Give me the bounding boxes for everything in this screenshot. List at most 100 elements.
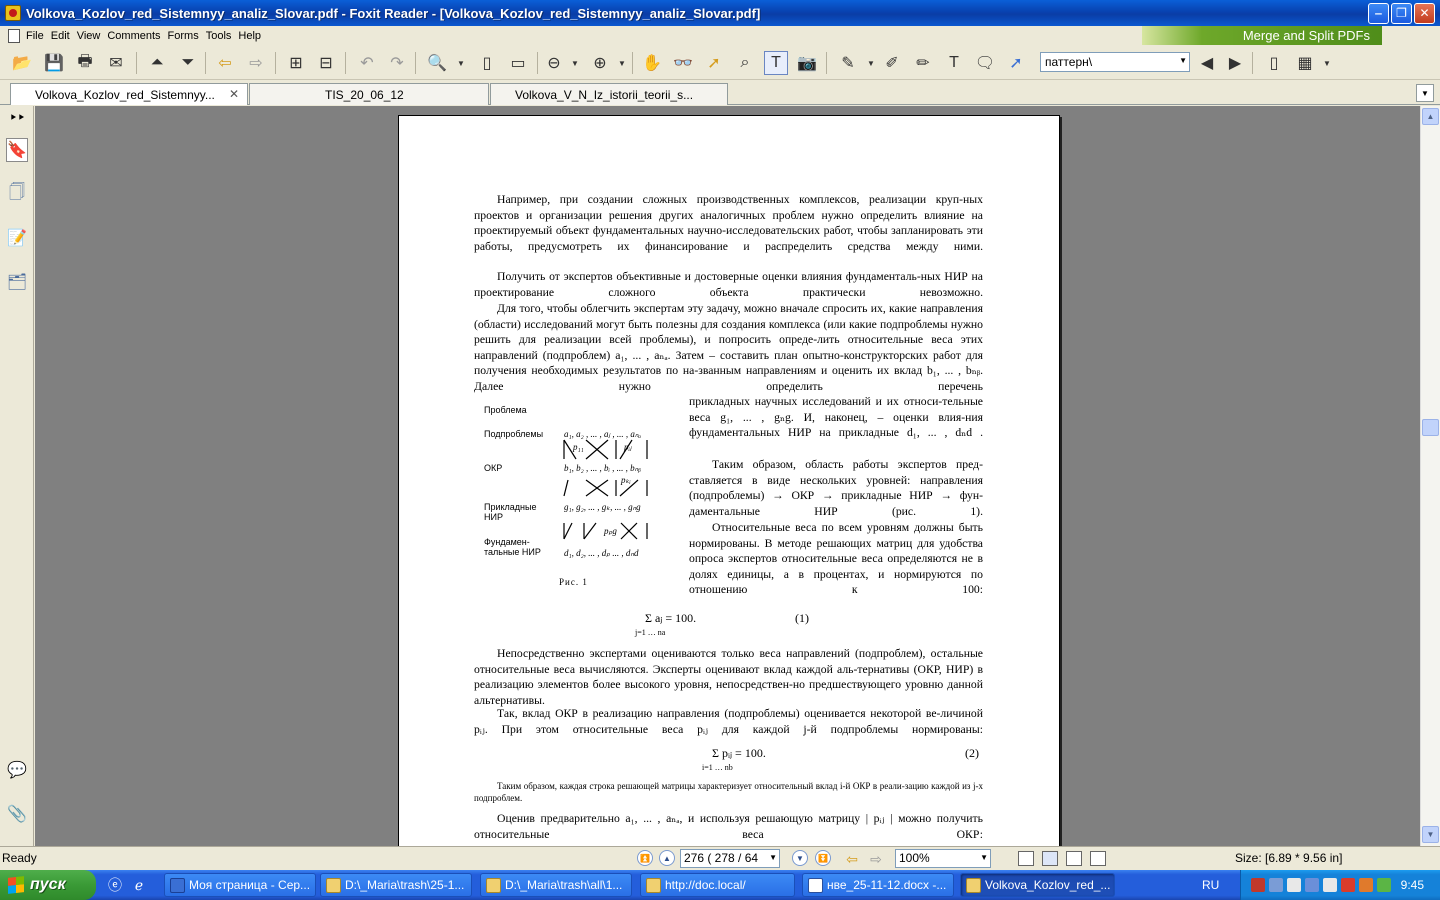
previous-page-icon[interactable]: ⏶ (145, 51, 169, 75)
task-doc-local[interactable]: http://doc.local/ (640, 873, 795, 897)
transparency-dropdown-icon[interactable]: ▼ (1322, 51, 1332, 75)
tray-antivirus-icon[interactable] (1341, 878, 1355, 892)
task-folder-all[interactable]: D:\_Maria\trash\all\1... (480, 873, 632, 897)
task-my-page[interactable]: Моя страница - Сер... (164, 873, 316, 897)
menu-help[interactable]: Help (238, 30, 268, 42)
page-setup-icon[interactable]: ▯ (1262, 51, 1286, 75)
first-page-icon[interactable]: ⏫ (637, 850, 653, 866)
document-menu-icon[interactable] (8, 28, 20, 43)
extract-page-icon[interactable]: ⊟ (314, 51, 338, 75)
tray-shield-icon[interactable] (1287, 878, 1301, 892)
text-select-icon[interactable]: T (764, 51, 788, 75)
tab-volkova-istorii[interactable]: Volkova_V_N_Iz_istorii_teorii_s... (490, 83, 728, 105)
hand-tool-icon[interactable]: ✋ (640, 51, 664, 75)
facing-view-icon[interactable] (1066, 851, 1082, 866)
tray-volume-icon[interactable] (1323, 878, 1337, 892)
insert-page-icon[interactable]: ⊞ (284, 51, 308, 75)
tray-app-icon[interactable] (1251, 878, 1265, 892)
tab-volkova-kozlov[interactable]: Volkova_Kozlov_red_Sistemnyy... ✕ (10, 83, 248, 105)
find-previous-icon[interactable]: ◀ (1195, 51, 1219, 75)
arrow-tool-icon[interactable]: ➚ (1004, 51, 1028, 75)
forward-arrow-icon[interactable]: ⇨ (244, 51, 268, 75)
tab-tis[interactable]: TIS_20_06_12 (249, 83, 489, 105)
menu-view[interactable]: View (77, 30, 108, 42)
quicklaunch-ie-icon[interactable]: ⓔ (106, 876, 124, 894)
menu-tools[interactable]: Tools (206, 30, 239, 42)
scroll-thumb[interactable] (1422, 419, 1439, 436)
note-icon[interactable]: 🗨 (973, 51, 997, 75)
layers-icon[interactable]: 🗂 (6, 270, 28, 294)
comments-icon[interactable]: 💬 (6, 758, 28, 782)
highlight-icon[interactable]: ✐ (880, 51, 904, 75)
restore-button[interactable]: ❐ (1391, 2, 1412, 24)
redo-icon[interactable]: ↷ (385, 51, 409, 75)
select-arrow-icon[interactable]: ➚ (702, 51, 726, 75)
tray-update-icon[interactable] (1359, 878, 1373, 892)
pages-icon[interactable]: 🗍 (6, 182, 28, 206)
typewriter-icon[interactable]: ✎ (836, 51, 860, 75)
menu-file[interactable]: File (26, 30, 51, 42)
last-page-icon[interactable]: ⏬ (815, 850, 831, 866)
prev-page-icon[interactable]: ▲ (659, 850, 675, 866)
zoom-out-dropdown-icon[interactable]: ▼ (570, 51, 580, 75)
zoom-level-field[interactable]: 100% ▼ (895, 849, 991, 868)
fit-width-icon[interactable]: ▭ (506, 51, 530, 75)
task-word-doc[interactable]: нве_25-11-12.docx -... (802, 873, 954, 897)
task-foxit-reader[interactable]: Volkova_Kozlov_red_... (960, 873, 1115, 897)
menu-forms[interactable]: Forms (168, 30, 206, 42)
scroll-up-icon[interactable]: ▲ (1422, 108, 1439, 125)
scroll-down-icon[interactable]: ▼ (1422, 826, 1439, 843)
tray-nvidia-icon[interactable] (1377, 878, 1391, 892)
merge-split-banner[interactable]: Merge and Split PDFs (1142, 26, 1382, 45)
tray-network-icon[interactable] (1269, 878, 1283, 892)
zoom-in-dropdown-icon[interactable]: ▼ (617, 51, 627, 75)
search-input[interactable]: паттерн\ ▼ (1040, 52, 1190, 72)
fit-page-icon[interactable]: ▯ (475, 51, 499, 75)
task-folder-trash[interactable]: D:\_Maria\trash\25-1... (320, 873, 472, 897)
start-button[interactable]: пуск (0, 870, 96, 900)
minimize-button[interactable]: ‒ (1368, 2, 1389, 24)
zoom-icon[interactable]: 🔍 (425, 51, 449, 75)
next-page-status-icon[interactable]: ▼ (792, 850, 808, 866)
document-viewport[interactable]: Например, при создании сложных производс… (35, 106, 1420, 846)
language-indicator[interactable]: RU (1202, 878, 1219, 892)
back-arrow-icon[interactable]: ⇦ (213, 51, 237, 75)
annotations-icon[interactable]: 📝 (6, 226, 28, 250)
title-bar[interactable]: Volkova_Kozlov_red_Sistemnyy_analiz_Slov… (0, 0, 1440, 26)
transparency-icon[interactable]: ▦ (1293, 51, 1317, 75)
attachments-icon[interactable]: 📎 (6, 802, 28, 826)
continuous-view-icon[interactable] (1042, 851, 1058, 866)
typewriter-dropdown-icon[interactable]: ▼ (866, 51, 876, 75)
zoom-dropdown-icon[interactable]: ▼ (456, 51, 466, 75)
tab-list-dropdown-icon[interactable]: ▼ (1416, 84, 1434, 102)
page-number-field[interactable]: 276 ( 278 / 64 ▼ (680, 849, 780, 868)
tray-bluetooth-icon[interactable] (1305, 878, 1319, 892)
menu-edit[interactable]: Edit (51, 30, 77, 42)
zoom-level-dropdown-icon[interactable]: ▼ (980, 853, 988, 862)
open-folder-icon[interactable]: 📂 (10, 51, 34, 75)
vertical-scrollbar[interactable]: ▲ ▼ (1420, 106, 1440, 846)
bookmarks-icon[interactable]: 🔖 (6, 138, 28, 162)
quicklaunch-browser-icon[interactable]: ℯ (130, 876, 148, 894)
find-next-icon[interactable]: ▶ (1223, 51, 1247, 75)
print-icon[interactable]: 🖶 (73, 51, 97, 75)
close-tab-icon[interactable]: ✕ (229, 87, 239, 101)
menu-comments[interactable]: Comments (107, 30, 167, 42)
email-icon[interactable]: ✉ (104, 51, 128, 75)
binoculars-icon[interactable]: ⌕ (733, 51, 757, 75)
pencil-icon[interactable]: ✏ (911, 51, 935, 75)
zoom-in-icon[interactable]: ⊕ (588, 51, 612, 75)
search-dropdown-icon[interactable]: ▼ (1179, 56, 1187, 65)
continuous-facing-view-icon[interactable] (1090, 851, 1106, 866)
save-icon[interactable]: 💾 (42, 51, 66, 75)
status-back-icon[interactable]: ⇦ (840, 847, 864, 871)
single-page-view-icon[interactable] (1018, 851, 1034, 866)
textbox-icon[interactable]: T (942, 51, 966, 75)
undo-icon[interactable]: ↶ (355, 51, 379, 75)
close-button[interactable]: ✕ (1414, 2, 1435, 24)
snapshot-icon[interactable]: 📷 (795, 51, 819, 75)
status-forward-icon[interactable]: ⇨ (864, 847, 888, 871)
next-page-icon[interactable]: ⏷ (176, 51, 200, 75)
loupe-icon[interactable]: 👓 (671, 51, 695, 75)
page-dropdown-icon[interactable]: ▼ (769, 853, 777, 862)
